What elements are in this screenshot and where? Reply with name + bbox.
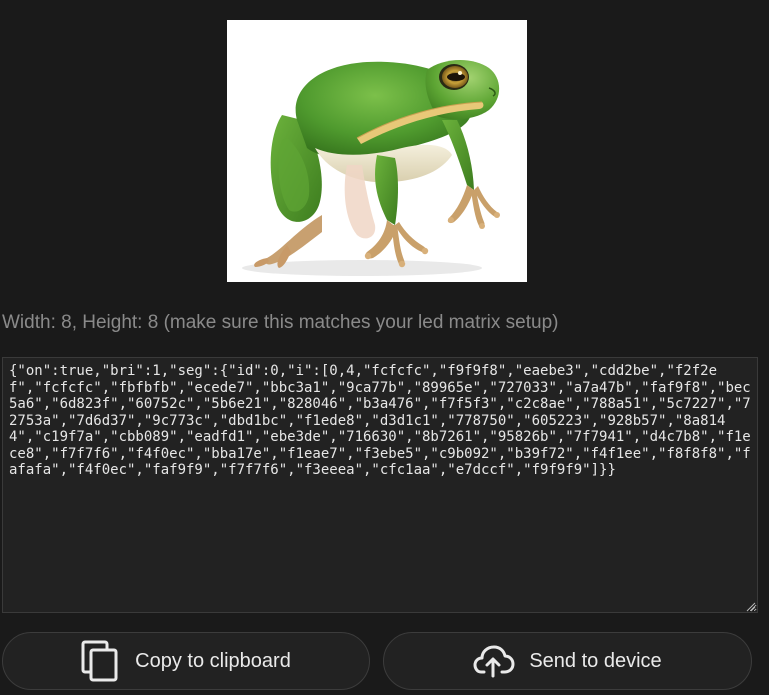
copy-icon (81, 640, 119, 682)
copy-button-label: Copy to clipboard (135, 649, 291, 672)
copy-to-clipboard-button[interactable]: Copy to clipboard (2, 632, 370, 690)
matrix-dimensions-text: Width: 8, Height: 8 (make sure this matc… (2, 312, 559, 333)
image-preview (227, 20, 527, 282)
send-to-device-button[interactable]: Send to device (383, 632, 752, 690)
cloud-upload-icon (473, 644, 515, 678)
json-output-textarea[interactable]: {"on":true,"bri":1,"seg":{"id":0,"i":[0,… (2, 357, 758, 613)
send-button-label: Send to device (529, 649, 662, 672)
pixel-art-converter: Width: 8, Height: 8 (make sure this matc… (0, 0, 769, 695)
frog-image (242, 59, 500, 276)
